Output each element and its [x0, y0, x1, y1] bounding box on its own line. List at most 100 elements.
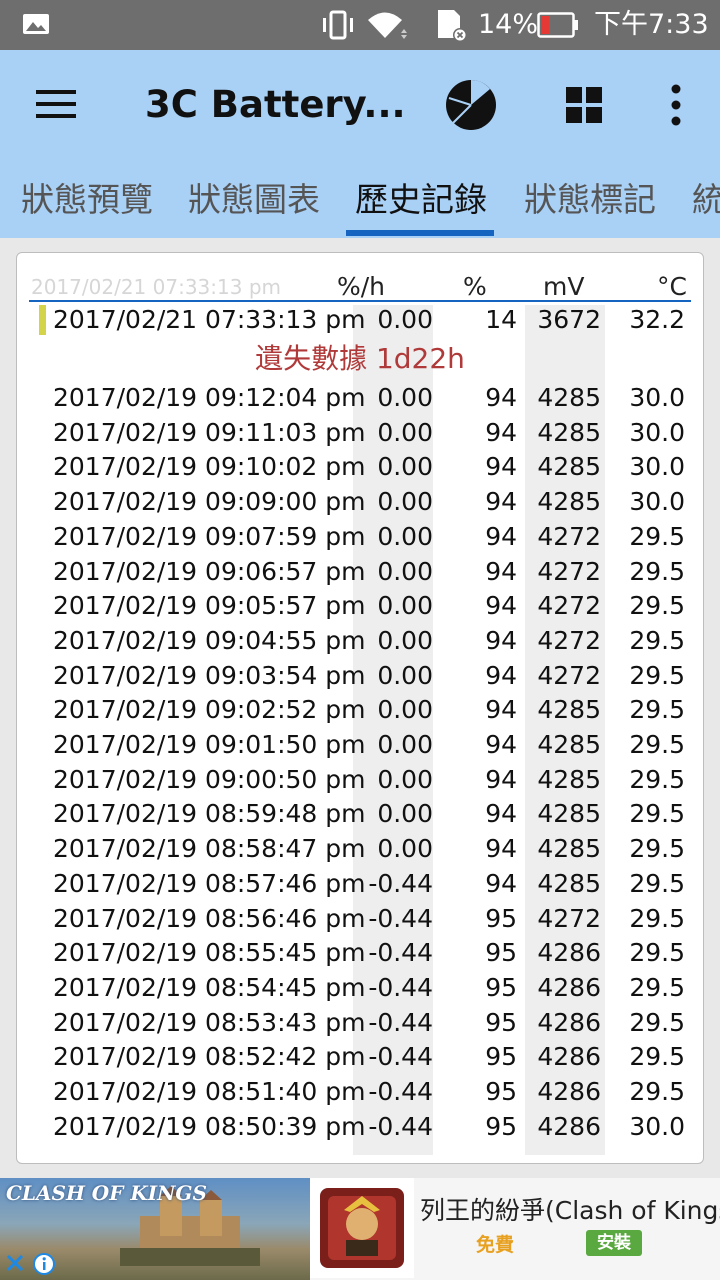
- table-row[interactable]: 2017/02/19 09:02:52 pm 0.00 94 4285 29.5: [17, 693, 703, 727]
- cell-temperature: 29.5: [629, 938, 685, 968]
- game-logo: CLASH OF KINGS: [6, 1181, 207, 1205]
- app-icon[interactable]: [310, 1178, 414, 1278]
- table-row[interactable]: 2017/02/19 09:04:55 pm 0.00 94 4272 29.5: [17, 624, 703, 658]
- cell-rate: 0.00: [377, 521, 433, 551]
- cell-voltage: 4285: [537, 452, 601, 482]
- cell-percent: 94: [485, 591, 517, 621]
- tab-status-overview[interactable]: 狀態預覽: [21, 178, 153, 222]
- table-row[interactable]: 2017/02/19 09:00:50 pm 0.00 94 4285 29.5: [17, 763, 703, 797]
- cell-percent: 94: [485, 556, 517, 586]
- cell-date: 2017/02/19 09:09:00 pm: [53, 487, 366, 517]
- table-row[interactable]: 2017/02/19 08:56:46 pm -0.44 95 4272 29.5: [17, 902, 703, 936]
- table-row[interactable]: 2017/02/19 08:51:40 pm -0.44 95 4286 29.5: [17, 1075, 703, 1109]
- cell-date: 2017/02/19 09:04:55 pm: [53, 625, 366, 655]
- cell-date: 2017/02/19 08:51:40 pm: [53, 1077, 366, 1106]
- history-card[interactable]: 2017/02/21 07:33:13 pm %/h % mV °C 2017/…: [16, 252, 704, 1164]
- cell-temperature: 29.5: [629, 660, 685, 690]
- cell-date: 2017/02/19 09:07:59 pm: [53, 521, 366, 551]
- cell-date: 2017/02/19 08:55:45 pm: [53, 938, 366, 968]
- cell-rate: -0.44: [368, 938, 433, 968]
- table-row[interactable]: 2017/02/19 09:06:57 pm 0.00 94 4272 29.5: [17, 555, 703, 589]
- grid-icon[interactable]: [566, 87, 602, 123]
- table-row[interactable]: 2017/02/19 08:52:42 pm -0.44 95 4286 29.5: [17, 1040, 703, 1074]
- ad-banner[interactable]: CLASH OF KINGS 列王的紛爭(Clash of Kings) 免費 …: [0, 1178, 720, 1280]
- cell-percent: 95: [485, 938, 517, 968]
- table-row[interactable]: 2017/02/19 09:09:00 pm 0.00 94 4285 30.0: [17, 485, 703, 519]
- battery-icon: [537, 12, 578, 38]
- latest-row[interactable]: 2017/02/21 07:33:13 pm 0.00 14 3672 32.2: [17, 303, 703, 337]
- table-row[interactable]: 2017/02/19 09:05:57 pm 0.00 94 4272 29.5: [17, 589, 703, 623]
- cell-temperature: 30.0: [629, 417, 685, 447]
- table-row[interactable]: 2017/02/19 09:11:03 pm 0.00 94 4285 30.0: [17, 416, 703, 450]
- ad-title[interactable]: 列王的紛爭(Clash of Kings): [420, 1196, 720, 1226]
- cell-percent: 94: [485, 417, 517, 447]
- ad-close-icon[interactable]: [4, 1252, 26, 1274]
- table-row[interactable]: 2017/02/19 08:54:45 pm -0.44 95 4286 29.5: [17, 971, 703, 1005]
- vibrate-icon: [323, 10, 353, 40]
- table-row[interactable]: 2017/02/19 08:50:39 pm -0.44 95 4286 30.0: [17, 1110, 703, 1144]
- table-row[interactable]: 2017/02/19 08:58:47 pm 0.00 94 4285 29.5: [17, 832, 703, 866]
- cell-temperature: 29.5: [629, 972, 685, 1002]
- cell-temperature: 30.0: [629, 487, 685, 517]
- cell-date: 2017/02/19 08:57:46 pm: [53, 868, 366, 898]
- menu-icon[interactable]: [36, 88, 76, 120]
- cell-voltage: 4285: [537, 730, 601, 759]
- cell-voltage: 4286: [537, 1077, 601, 1106]
- more-icon[interactable]: [666, 83, 686, 127]
- tab-bar: 狀態預覽 狀態圖表 歷史記錄 狀態標記 統: [0, 160, 720, 238]
- cell-rate: -0.44: [368, 1077, 433, 1106]
- cell-percent: 94: [485, 764, 517, 794]
- cell-percent: 95: [485, 1077, 517, 1106]
- ad-price: 免費: [476, 1234, 515, 1256]
- cell-date: 2017/02/19 08:59:48 pm: [53, 799, 366, 829]
- ad-info-icon[interactable]: [32, 1252, 56, 1276]
- cell-percent: 94: [485, 625, 517, 655]
- cell-rate: 0.00: [377, 695, 433, 725]
- cell-voltage: 4272: [537, 660, 601, 690]
- cell-voltage: 4285: [537, 417, 601, 447]
- cell-voltage: 4286: [537, 972, 601, 1002]
- cell-percent: 94: [485, 730, 517, 759]
- tab-status-chart[interactable]: 狀態圖表: [188, 178, 320, 222]
- cell-percent: 95: [485, 1042, 517, 1072]
- table-row[interactable]: 2017/02/19 08:55:45 pm -0.44 95 4286 29.5: [17, 936, 703, 970]
- table-row[interactable]: 2017/02/19 09:03:54 pm 0.00 94 4272 29.5: [17, 659, 703, 693]
- tab-history[interactable]: 歷史記錄: [355, 178, 487, 222]
- header-percent: %: [463, 272, 487, 301]
- cell-rate: -0.44: [368, 868, 433, 898]
- cell-voltage: 4285: [537, 834, 601, 864]
- cell-temperature: 29.5: [629, 695, 685, 725]
- cell-percent: 94: [485, 487, 517, 517]
- table-row[interactable]: 2017/02/19 09:01:50 pm 0.00 94 4285 29.5: [17, 728, 703, 762]
- cell-date: 2017/02/19 09:05:57 pm: [53, 591, 366, 621]
- cell-percent: 94: [485, 834, 517, 864]
- pie-chart-icon[interactable]: [444, 78, 498, 132]
- cell-percent: 95: [485, 1111, 517, 1141]
- cell-percent: 94: [485, 383, 517, 412]
- wifi-icon: [368, 12, 407, 39]
- cell-date: 2017/02/19 08:53:43 pm: [53, 1007, 366, 1037]
- cell-percent: 95: [485, 1007, 517, 1037]
- cell-voltage: 4286: [537, 1042, 601, 1072]
- cell-voltage: 4272: [537, 556, 601, 586]
- cell-date: 2017/02/19 09:10:02 pm: [53, 452, 366, 482]
- cell-date: 2017/02/19 09:06:57 pm: [53, 556, 366, 586]
- table-row[interactable]: 2017/02/19 09:12:04 pm 0.00 94 4285 30.0: [17, 381, 703, 415]
- missing-data-label: 遺失數據 1d22h: [255, 342, 465, 375]
- table-row[interactable]: 2017/02/19 09:07:59 pm 0.00 94 4272 29.5: [17, 520, 703, 554]
- table-row[interactable]: 2017/02/19 09:10:02 pm 0.00 94 4285 30.0: [17, 450, 703, 484]
- cell-voltage: 4272: [537, 521, 601, 551]
- tab-statistics[interactable]: 統: [692, 178, 720, 222]
- cell-date: 2017/02/19 09:02:52 pm: [53, 695, 366, 725]
- header-divider: [29, 300, 691, 302]
- ad-artwork[interactable]: CLASH OF KINGS: [0, 1178, 310, 1280]
- status-bar: 14% 下午7:33: [0, 0, 720, 50]
- table-row[interactable]: 2017/02/19 08:57:46 pm -0.44 94 4285 29.5: [17, 867, 703, 901]
- tab-status-marks[interactable]: 狀態標記: [524, 178, 656, 222]
- cell-percent: 14: [485, 305, 517, 334]
- cell-voltage: 4285: [537, 487, 601, 517]
- table-row[interactable]: 2017/02/19 08:59:48 pm 0.00 94 4285 29.5: [17, 797, 703, 831]
- cell-rate: -0.44: [368, 1111, 433, 1141]
- table-row[interactable]: 2017/02/19 08:53:43 pm -0.44 95 4286 29.5: [17, 1006, 703, 1040]
- ad-install-button[interactable]: 安裝: [586, 1230, 642, 1256]
